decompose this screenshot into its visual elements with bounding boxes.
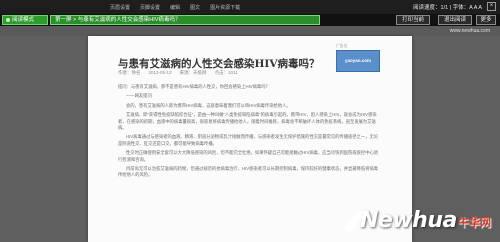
- paragraph: 提问：与患有艾滋病，那不是患有HIV病毒的人性交，你回会感染上HIV病毒吗？: [118, 84, 270, 89]
- menu-item-image-text[interactable]: 图文: [190, 4, 200, 11]
- site-url: www.newhua.com: [449, 28, 490, 34]
- top-menu: 页眉设置 页脚设置 编辑 图文 图片资源下载: [110, 4, 240, 11]
- reader-window: 页眉设置 页脚设置 编辑 图文 图片资源下载 阅读速度：1/1 | 字体：A A…: [0, 0, 500, 242]
- paragraph: 目前尚无可以治愈艾滋病的药物，但通过规范的抗病毒治疗，HIV感染者可以长期控制病…: [118, 166, 379, 178]
- paragraph: HIV病毒通过与感染者的血液、精液、阴道分泌物或乳汁接触而传播。与感染者发生无保…: [118, 134, 379, 146]
- watermark-brand: Newhua: [360, 208, 457, 233]
- more-button[interactable]: 更多: [476, 15, 496, 25]
- paragraph: 艾滋病，即“获得性免疫缺陷综合征”，是由一种叫做“人类免疫缺陷病毒”的病毒引起的…: [118, 112, 377, 131]
- article-meta: 作者：佚名 2012-05-13 来源：天极网 点击：1011: [118, 70, 238, 76]
- navigation-bar: 阅读模式 第一屏 > 与患有艾滋病的人性交会感染HIV病毒吗？ 打印当前 退出阅…: [0, 14, 500, 26]
- exit-reader-button[interactable]: 退出阅读: [438, 15, 472, 25]
- reader-mode-tab[interactable]: 阅读模式: [2, 15, 48, 25]
- article-body: 提问：与患有艾滋病，那不是患有HIV病毒的人性交，你回会感染上HIV病毒吗？ —…: [118, 84, 380, 182]
- logo-icon: [6, 17, 10, 22]
- meta-source: 来源：天极网: [179, 70, 207, 75]
- meta-author: 作者：佚名: [118, 70, 141, 75]
- paragraph: ——网友提问: [126, 93, 152, 99]
- reader-mode-label: 阅读模式: [12, 17, 35, 23]
- menu-item-header[interactable]: 页眉设置: [110, 4, 130, 11]
- menu-item-footer[interactable]: 页脚设置: [140, 4, 160, 11]
- paragraph: 性交时正确使用安全套可以大大降低感染的风险，但不能完全杜绝。如果怀疑自己可能接触…: [118, 150, 379, 162]
- watermark: Newhua 牛华网: [340, 200, 500, 242]
- meta-views: 点击：1011: [214, 70, 238, 75]
- paragraph: 会的，患有艾滋病的人即为携带HIV病毒，这就意味着我们可以将HIV病毒传染给他人…: [126, 102, 291, 108]
- menu-item-download[interactable]: 图片资源下载: [210, 4, 240, 11]
- reading-status: 阅读速度：1/1 | 字体：A A A: [413, 5, 482, 11]
- ad-label: 广告位: [336, 44, 348, 48]
- breadcrumb[interactable]: 第一屏 > 与患有艾滋病的人性交会感染HIV病毒吗？: [50, 15, 320, 25]
- menu-item-edit[interactable]: 编辑: [170, 4, 180, 11]
- page-title: 与患有艾滋病的人性交会感染HIV病毒吗？: [118, 58, 320, 70]
- print-button[interactable]: 打印当前: [396, 15, 430, 25]
- top-menu-bar: 页眉设置 页脚设置 编辑 图文 图片资源下载 阅读速度：1/1 | 字体：A A…: [0, 0, 500, 14]
- meta-date: 2012-05-13: [148, 70, 172, 75]
- tool-strip: www.newhua.com: [0, 26, 500, 36]
- close-icon[interactable]: ×: [487, 2, 496, 11]
- watermark-cn: 牛华网: [458, 217, 491, 229]
